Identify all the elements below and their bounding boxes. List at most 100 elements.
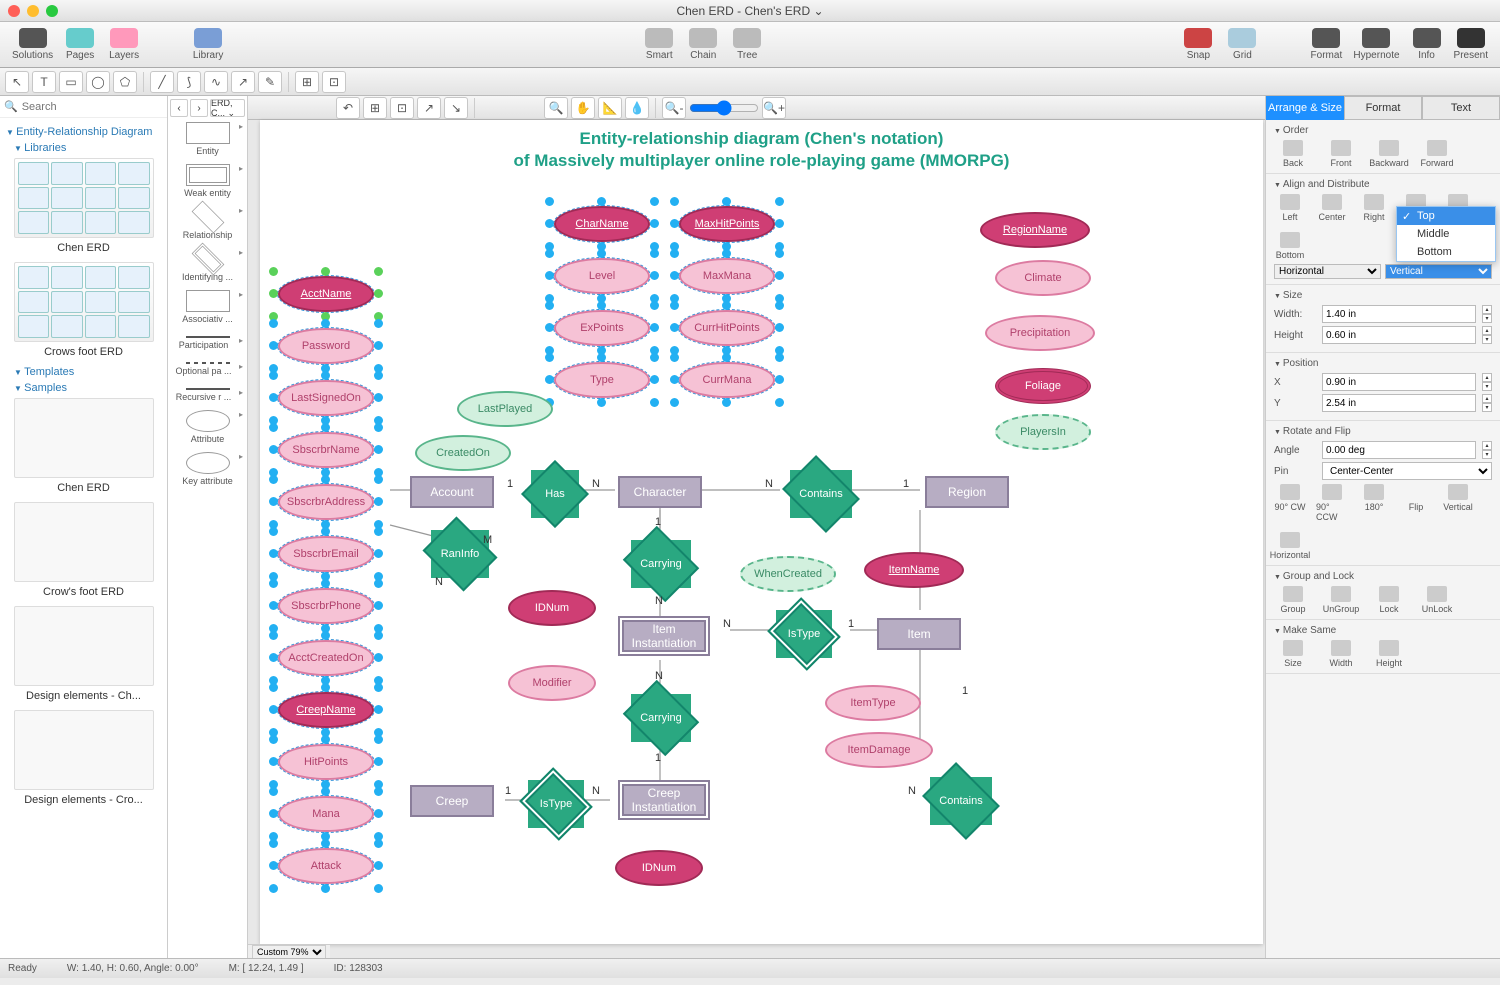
- menu-opt-middle[interactable]: Middle: [1397, 225, 1495, 243]
- polygon-tool[interactable]: ⬠: [113, 71, 137, 93]
- lib-key-attribute[interactable]: ▸Key attribute: [168, 452, 247, 486]
- cv-tool3[interactable]: ↗: [417, 97, 441, 119]
- flip-h[interactable]: Horizontal: [1274, 532, 1306, 560]
- tab-format[interactable]: Format: [1344, 96, 1422, 120]
- align-center[interactable]: Center: [1316, 194, 1348, 222]
- width-input[interactable]: [1322, 305, 1476, 323]
- grid-button[interactable]: Grid: [1221, 26, 1263, 63]
- order-forward[interactable]: Forward: [1418, 140, 1456, 168]
- thumb-sample-3[interactable]: [14, 606, 154, 686]
- library-button[interactable]: Library: [187, 26, 229, 63]
- rel-carrying[interactable]: Carrying: [631, 540, 691, 588]
- arc-tool[interactable]: ⟆: [177, 71, 201, 93]
- lib-identifying[interactable]: ▸Identifying ...: [168, 248, 247, 282]
- rel-has[interactable]: Has: [531, 470, 579, 518]
- lib-relationship[interactable]: ▸Relationship: [168, 206, 247, 240]
- rel-carrying2[interactable]: Carrying: [631, 694, 691, 742]
- cv-hand-tool[interactable]: ✋: [571, 97, 595, 119]
- selected-attr-password[interactable]: Password: [274, 324, 378, 368]
- attr-precipitation[interactable]: Precipitation: [985, 315, 1095, 351]
- selected-attr-lastsignedon[interactable]: LastSignedOn: [274, 376, 378, 420]
- selected-attr-type[interactable]: Type: [550, 358, 654, 402]
- order-front[interactable]: Front: [1322, 140, 1360, 168]
- entity-region[interactable]: Region: [925, 476, 1009, 508]
- cv-zoom-tool[interactable]: 🔍: [544, 97, 568, 119]
- rel-istype2[interactable]: IsType: [528, 780, 584, 828]
- cv-zoom-out[interactable]: 🔍-: [662, 97, 686, 119]
- rel-contains2[interactable]: Contains: [930, 777, 992, 825]
- text-tool[interactable]: T: [32, 71, 56, 93]
- attr-itemdamage[interactable]: ItemDamage: [825, 732, 933, 768]
- tree-erd-root[interactable]: Entity-Relationship Diagram: [6, 126, 161, 138]
- layers-button[interactable]: Layers: [103, 26, 145, 63]
- cv-tool1[interactable]: ⊞: [363, 97, 387, 119]
- thumb-sample-1[interactable]: [14, 398, 154, 478]
- attr-foliage[interactable]: Foliage: [995, 368, 1091, 404]
- rot-90ccw[interactable]: 90° CCW: [1316, 484, 1348, 522]
- cv-measure[interactable]: 📐: [598, 97, 622, 119]
- thumb-chen-lib[interactable]: [14, 158, 154, 238]
- thumb-crowsfoot-lib[interactable]: [14, 262, 154, 342]
- width-stepper[interactable]: ▴▾: [1482, 305, 1492, 323]
- menu-opt-top[interactable]: Top: [1397, 207, 1495, 225]
- pages-button[interactable]: Pages: [59, 26, 101, 63]
- entity-creep[interactable]: Creep: [410, 785, 494, 817]
- height-stepper[interactable]: ▴▾: [1482, 326, 1492, 344]
- selected-attr-currhitpoints[interactable]: CurrHitPoints: [675, 306, 779, 350]
- insert-tool[interactable]: ⊞: [295, 71, 319, 93]
- selected-attr-mana[interactable]: Mana: [274, 792, 378, 836]
- section-size-header[interactable]: Size: [1274, 290, 1492, 301]
- selected-attr-sbscrbrphone[interactable]: SbscrbrPhone: [274, 584, 378, 628]
- same-size[interactable]: Size: [1274, 640, 1312, 668]
- attr-modifier[interactable]: Modifier: [508, 665, 596, 701]
- tab-text[interactable]: Text: [1422, 96, 1500, 120]
- tree-button[interactable]: Tree: [726, 26, 768, 63]
- selected-attr-currmana[interactable]: CurrMana: [675, 358, 779, 402]
- cv-tool4[interactable]: ↘: [444, 97, 468, 119]
- cv-tool2[interactable]: ⊡: [390, 97, 414, 119]
- lib-attribute[interactable]: ▸Attribute: [168, 410, 247, 444]
- x-stepper[interactable]: ▴▾: [1482, 373, 1492, 391]
- align-right[interactable]: Right: [1358, 194, 1390, 222]
- attr-createdon[interactable]: CreatedOn: [415, 435, 511, 471]
- lib-participation[interactable]: ▸Participation: [168, 336, 247, 350]
- arrow-tool[interactable]: ↗: [231, 71, 255, 93]
- section-group-header[interactable]: Group and Lock: [1274, 571, 1492, 582]
- flip-v[interactable]: Vertical: [1442, 484, 1474, 522]
- rel-contains[interactable]: Contains: [790, 470, 852, 518]
- selected-attr-maxmana[interactable]: MaxMana: [675, 254, 779, 298]
- zoom-select[interactable]: Custom 79%: [252, 945, 326, 959]
- cv-eyedrop[interactable]: 💧: [625, 97, 649, 119]
- present-button[interactable]: Present: [1450, 26, 1492, 63]
- attr-itemtype[interactable]: ItemType: [825, 685, 921, 721]
- lib-entity[interactable]: ▸Entity: [168, 122, 247, 156]
- search-input[interactable]: [22, 101, 164, 113]
- nav-fwd[interactable]: ›: [190, 99, 208, 117]
- unlock-btn[interactable]: UnLock: [1418, 586, 1456, 614]
- angle-stepper[interactable]: ▴▾: [1482, 441, 1492, 459]
- pen-tool[interactable]: ✎: [258, 71, 282, 93]
- selected-attr-acctname[interactable]: AcctName: [274, 272, 378, 316]
- attr-playersin[interactable]: PlayersIn: [995, 414, 1091, 450]
- tree-libraries[interactable]: Libraries: [14, 142, 161, 154]
- snap-button[interactable]: Snap: [1177, 26, 1219, 63]
- y-stepper[interactable]: ▴▾: [1482, 394, 1492, 412]
- pointer-tool[interactable]: ↖: [5, 71, 29, 93]
- selected-attr-expoints[interactable]: ExPoints: [550, 306, 654, 350]
- rel-raninfo[interactable]: RanInfo: [431, 530, 489, 578]
- attr-regionname[interactable]: RegionName: [980, 212, 1090, 248]
- distribute-v-select[interactable]: Vertical: [1385, 264, 1492, 279]
- close-window[interactable]: [8, 5, 20, 17]
- attr-idnum[interactable]: IDNum: [508, 590, 596, 626]
- section-order-header[interactable]: Order: [1274, 125, 1492, 136]
- entity-character[interactable]: Character: [618, 476, 702, 508]
- entity-creep-inst[interactable]: Creep Instantiation: [618, 780, 710, 820]
- section-same-header[interactable]: Make Same: [1274, 625, 1492, 636]
- selected-attr-acctcreatedon[interactable]: AcctCreatedOn: [274, 636, 378, 680]
- selected-attr-charname[interactable]: CharName: [550, 202, 654, 246]
- selected-attr-attack[interactable]: Attack: [274, 844, 378, 888]
- lock-btn[interactable]: Lock: [1370, 586, 1408, 614]
- same-height[interactable]: Height: [1370, 640, 1408, 668]
- order-backward[interactable]: Backward: [1370, 140, 1408, 168]
- order-back[interactable]: Back: [1274, 140, 1312, 168]
